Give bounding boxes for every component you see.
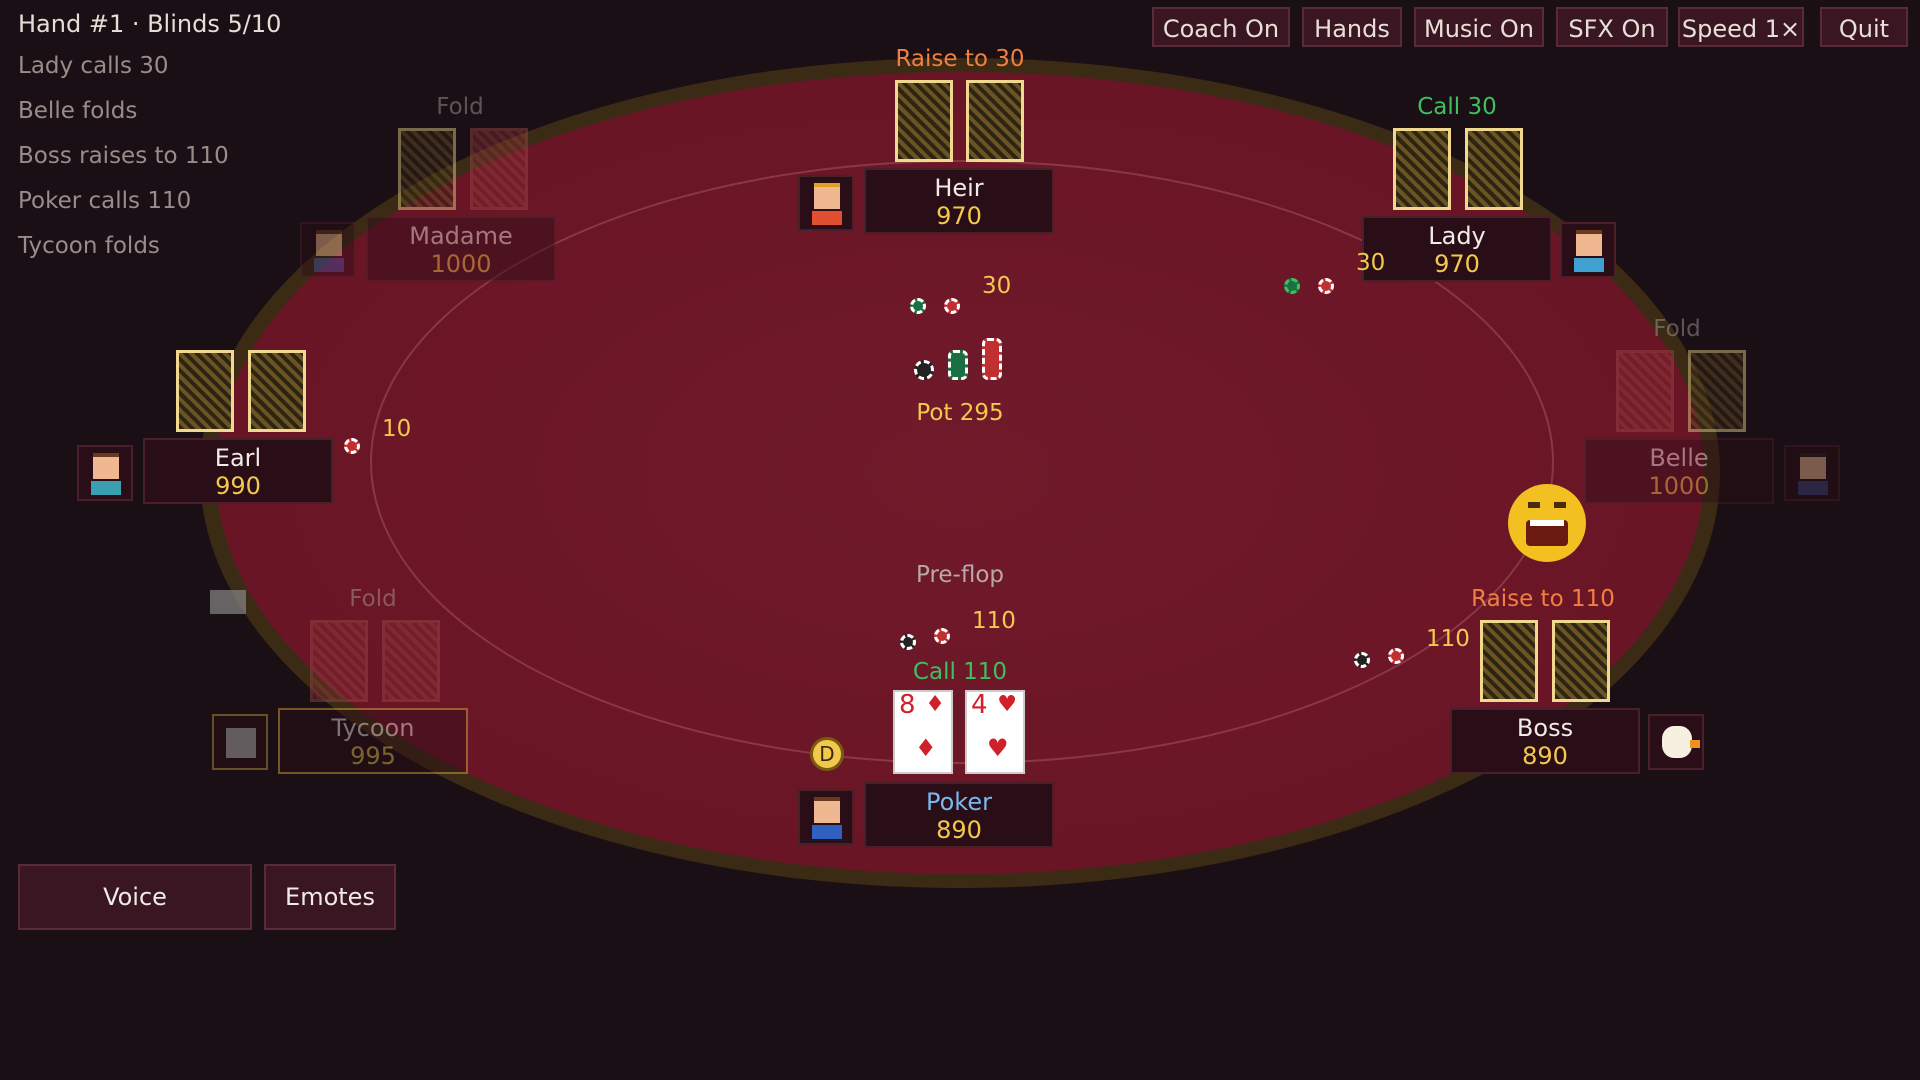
chip-icon: [1318, 278, 1334, 294]
player-chips: 1000: [430, 250, 492, 278]
chip-icon: [344, 438, 360, 454]
earl-bet: 10: [382, 416, 412, 442]
tycoon-action: Fold: [349, 586, 397, 612]
hole-card: 4 ♥ ♥: [965, 690, 1025, 774]
log-entry: Belle folds: [18, 98, 138, 124]
player-name: Boss: [1516, 714, 1574, 742]
boss-card-back: [1480, 620, 1538, 702]
tycoon-avatar: [212, 714, 268, 770]
heir-action: Raise to 30: [895, 46, 1025, 72]
log-entry: Boss raises to 110: [18, 143, 229, 169]
log-entry: Poker calls 110: [18, 188, 192, 214]
madame-seat: Madame 1000: [366, 216, 556, 282]
heir-card-back: [966, 80, 1024, 162]
lady-avatar: [1560, 222, 1616, 278]
player-name: Poker: [926, 788, 992, 816]
pot-chip-stack-icon: [914, 360, 934, 380]
emotes-button[interactable]: Emotes: [264, 864, 396, 930]
betting-stage: Pre-flop: [915, 562, 1005, 588]
pot-chip-stack-icon: [948, 350, 968, 380]
player-name: Belle: [1649, 444, 1709, 472]
player-name: Heir: [934, 174, 984, 202]
player-name: Earl: [214, 444, 262, 472]
earl-seat: Earl 990: [143, 438, 333, 504]
heart-icon: ♥: [987, 734, 1009, 762]
speech-bubble-icon: [210, 590, 246, 614]
madame-card-back: [398, 128, 456, 210]
music-toggle-button[interactable]: Music On: [1414, 7, 1544, 47]
hole-card: 8 ♦ ♦: [893, 690, 953, 774]
belle-seat: Belle 1000: [1584, 438, 1774, 504]
heir-avatar: [798, 175, 854, 231]
diamond-icon: ♦: [925, 692, 945, 717]
player-name: Lady: [1428, 222, 1486, 250]
card-rank: 8: [899, 690, 916, 720]
chip-icon: [910, 298, 926, 314]
log-entry: Tycoon folds: [18, 233, 160, 259]
poker-bet: 110: [972, 608, 1016, 634]
player-chips: 970: [1434, 250, 1480, 278]
player-chips: 1000: [1648, 472, 1710, 500]
dealer-button: D: [810, 737, 844, 771]
earl-card-back: [248, 350, 306, 432]
earl-avatar: [77, 445, 133, 501]
tycoon-seat: Tycoon 995: [278, 708, 468, 774]
player-chips: 970: [936, 202, 982, 230]
laughing-emote-icon: [1508, 484, 1586, 562]
speed-button[interactable]: Speed 1×: [1678, 7, 1804, 47]
chip-icon: [944, 298, 960, 314]
player-name: Tycoon: [331, 714, 415, 742]
belle-avatar: [1784, 445, 1840, 501]
lady-card-back: [1393, 128, 1451, 210]
madame-action: Fold: [436, 94, 484, 120]
card-rank: 4: [971, 690, 988, 720]
chip-icon: [1388, 648, 1404, 664]
heir-seat: Heir 970: [864, 168, 1054, 234]
heart-icon: ♥: [997, 692, 1017, 717]
poker-seat: Poker 890: [864, 782, 1054, 848]
madame-avatar: [300, 222, 356, 278]
lady-seat: Lady 970: [1362, 216, 1552, 282]
lady-action: Call 30: [1417, 94, 1497, 120]
tycoon-card-back: [382, 620, 440, 702]
chip-icon: [1284, 278, 1300, 294]
pot-total: Pot 295: [916, 400, 1004, 426]
lady-bet: 30: [1356, 250, 1386, 276]
belle-card-back: [1688, 350, 1746, 432]
coach-toggle-button[interactable]: Coach On: [1152, 7, 1290, 47]
chip-icon: [1354, 652, 1370, 668]
poker-avatar: [798, 789, 854, 845]
boss-card-back: [1552, 620, 1610, 702]
belle-action: Fold: [1653, 316, 1701, 342]
boss-bet: 110: [1426, 626, 1470, 652]
tycoon-card-back: [310, 620, 368, 702]
sfx-toggle-button[interactable]: SFX On: [1556, 7, 1668, 47]
log-entry: Lady calls 30: [18, 53, 169, 79]
player-chips: 995: [350, 742, 396, 770]
voice-button[interactable]: Voice: [18, 864, 252, 930]
madame-card-back: [470, 128, 528, 210]
boss-action: Raise to 110: [1471, 586, 1615, 612]
pot-chip-stack-icon: [982, 338, 1002, 380]
lady-card-back: [1465, 128, 1523, 210]
player-chips: 990: [215, 472, 261, 500]
boss-seat: Boss 890: [1450, 708, 1640, 774]
poker-action: Call 110: [912, 659, 1008, 685]
diamond-icon: ♦: [915, 734, 937, 762]
chip-icon: [934, 628, 950, 644]
boss-avatar: [1648, 714, 1704, 770]
belle-card-back: [1616, 350, 1674, 432]
player-chips: 890: [1522, 742, 1568, 770]
quit-button[interactable]: Quit: [1820, 7, 1908, 47]
chip-icon: [900, 634, 916, 650]
earl-card-back: [176, 350, 234, 432]
action-log: Lady calls 30 Belle folds Boss raises to…: [18, 50, 229, 275]
heir-bet: 30: [982, 273, 1012, 299]
heir-card-back: [895, 80, 953, 162]
hand-info: Hand #1 · Blinds 5/10: [18, 10, 282, 38]
player-chips: 890: [936, 816, 982, 844]
hands-button[interactable]: Hands: [1302, 7, 1402, 47]
player-name: Madame: [409, 222, 513, 250]
